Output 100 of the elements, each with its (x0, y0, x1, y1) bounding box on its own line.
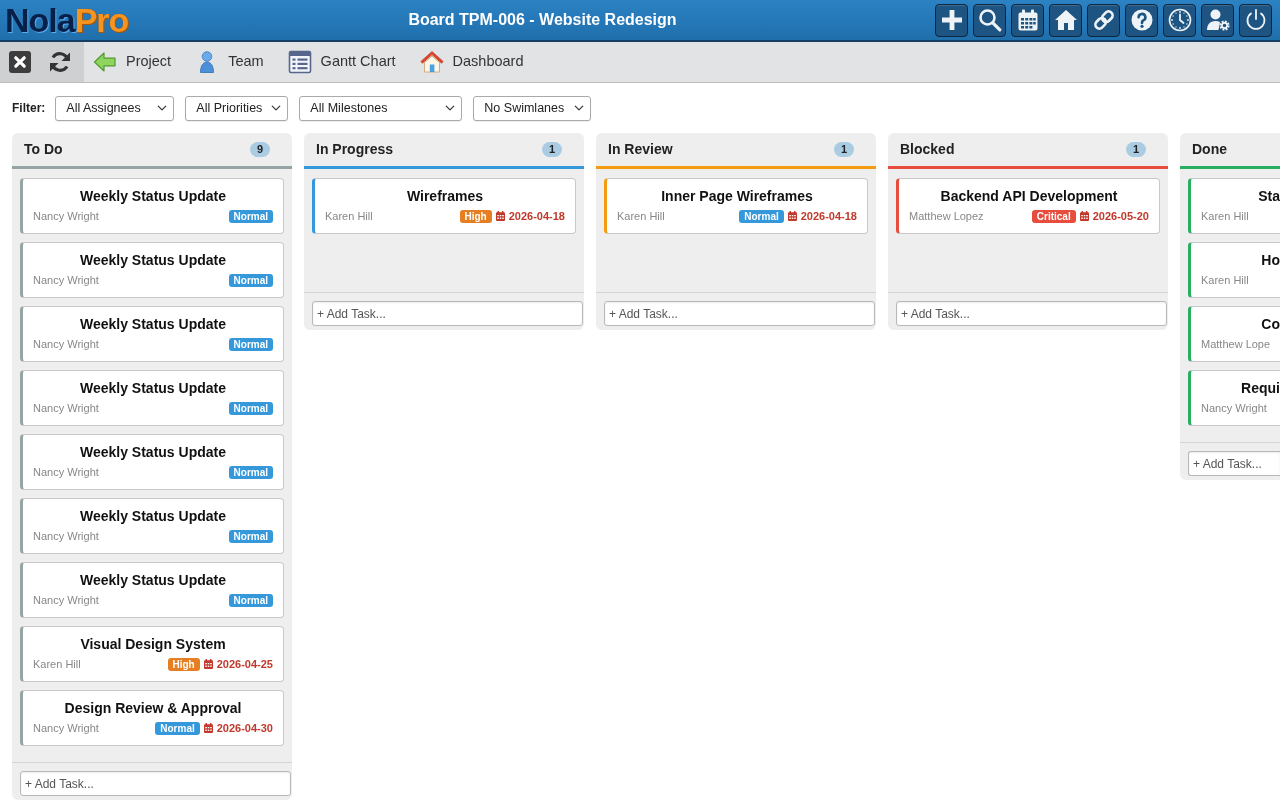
close-icon (8, 50, 32, 74)
filter-dropdown[interactable]: No Swimlanes (473, 95, 592, 121)
search-icon (977, 8, 1002, 32)
priority-badge: Normal (739, 209, 784, 223)
calendar-icon (203, 659, 213, 670)
task-card[interactable]: Weekly Status Update Nancy Wright Normal (20, 370, 284, 426)
add-task-field[interactable]: + Add Task... (312, 301, 583, 326)
assignee-name: Matthew Lopez (909, 209, 984, 224)
task-title: Weekly Status Update (79, 379, 227, 397)
task-title: Weekly Status Update (79, 507, 227, 525)
task-card[interactable]: Wireframes Karen Hill High 2026-04-18 (312, 178, 576, 234)
task-title: Weekly Status Update (79, 571, 227, 589)
task-title: Weekly Status Update (79, 187, 227, 205)
task-card[interactable]: Weekly Status Update Nancy Wright Normal (20, 306, 284, 362)
task-count-badge: 1 (1125, 142, 1146, 157)
task-card[interactable]: Weekly Status Update Nancy Wright Normal (20, 434, 284, 490)
filter-dropdown[interactable]: All Assignees (55, 95, 175, 121)
due-date: 2026-05-20 (1092, 209, 1149, 224)
column-title: In Review (608, 140, 673, 159)
task-title: Requi (1240, 379, 1280, 397)
calendar-button[interactable] (1011, 3, 1044, 37)
task-card[interactable]: Design Review & Approval Nancy Wright Normal 2026-04-30 (20, 690, 284, 746)
assignee-name: Nancy Wright (33, 593, 99, 608)
column-title: Done (1192, 140, 1227, 159)
task-title: Weekly Status Update (79, 443, 227, 461)
clock-icon (1167, 8, 1192, 32)
arrow-left-icon (93, 50, 117, 74)
nav-link[interactable]: Team (195, 50, 264, 74)
priority-badge: High (459, 209, 492, 223)
link-button[interactable] (1087, 3, 1120, 37)
task-card[interactable]: Weekly Status Update Nancy Wright Normal (20, 178, 284, 234)
task-title: Visual Design System (79, 635, 227, 653)
calendar-icon (1015, 8, 1040, 32)
assignee-name: Karen Hill (33, 657, 81, 672)
task-card[interactable]: Weekly Status Update Nancy Wright Normal (20, 242, 284, 298)
task-card[interactable]: Sta Karen Hill (1188, 178, 1280, 234)
due-date: 2026-04-18 (800, 209, 857, 224)
assignee-name: Karen Hill (1201, 209, 1249, 224)
filter-dropdown[interactable]: All Priorities (185, 95, 289, 121)
add-task-field[interactable]: + Add Task... (896, 301, 1167, 326)
user-gear-icon (1205, 8, 1230, 32)
task-count-badge: 1 (833, 142, 854, 157)
home-button[interactable] (1049, 3, 1082, 37)
nav-link[interactable]: Project (93, 50, 172, 74)
close-button[interactable] (7, 49, 33, 75)
task-card[interactable]: Requi Nancy Wright (1188, 370, 1280, 426)
task-card[interactable]: Co Matthew Lope (1188, 306, 1280, 362)
search-button[interactable] (973, 3, 1006, 37)
assignee-name: Nancy Wright (33, 337, 99, 352)
house-icon (419, 50, 444, 74)
priority-badge: Normal (228, 465, 273, 479)
assignee-name: Nancy Wright (33, 401, 99, 416)
nav-link[interactable]: Gantt Chart (287, 50, 396, 74)
priority-badge: Normal (228, 209, 273, 223)
app-logo: NolaPro (4, 1, 130, 39)
refresh-button[interactable] (47, 49, 73, 75)
priority-badge: Normal (228, 337, 273, 351)
help-icon (1129, 8, 1154, 32)
power-button[interactable] (1239, 3, 1272, 37)
priority-badge: Normal (228, 401, 273, 415)
nav-link[interactable]: Dashboard (419, 50, 524, 74)
task-card[interactable]: Weekly Status Update Nancy Wright Normal (20, 498, 284, 554)
calendar-icon (787, 211, 797, 222)
task-card[interactable]: Inner Page Wireframes Karen Hill Normal 2026-04-18 (604, 178, 868, 234)
priority-badge: Normal (228, 593, 273, 607)
help-button[interactable] (1125, 3, 1158, 37)
add-task-field[interactable]: + Add Task... (604, 301, 875, 326)
user-settings-button[interactable] (1201, 3, 1234, 37)
add-button[interactable] (935, 3, 968, 37)
priority-badge: Critical (1031, 209, 1076, 223)
add-task-field[interactable]: + Add Task... (20, 771, 291, 796)
priority-badge: Normal (228, 529, 273, 543)
priority-badge: High (167, 657, 200, 671)
column-title: Blocked (900, 140, 955, 159)
assignee-name: Karen Hill (325, 209, 373, 224)
task-card[interactable]: Weekly Status Update Nancy Wright Normal (20, 562, 284, 618)
calendar-icon (1079, 211, 1089, 222)
due-date: 2026-04-30 (216, 721, 273, 736)
assignee-name: Nancy Wright (33, 465, 99, 480)
assignee-name: Nancy Wright (1201, 401, 1267, 416)
task-count-badge: 9 (249, 142, 270, 157)
add-task-field[interactable]: + Add Task... (1188, 451, 1280, 476)
task-title: Sta (1257, 187, 1280, 205)
filter-label: Filter: (12, 100, 46, 117)
assignee-name: Karen Hill (1201, 273, 1249, 288)
filter-dropdown[interactable]: All Milestones (299, 95, 463, 121)
task-title: Co (1260, 315, 1280, 333)
assignee-name: Nancy Wright (33, 529, 99, 544)
task-title: Inner Page Wireframes (660, 187, 814, 205)
task-card[interactable]: Ho Karen Hill (1188, 242, 1280, 298)
task-card[interactable]: Backend API Development Matthew Lopez Critical 2026-05-20 (896, 178, 1160, 234)
column-title: To Do (24, 140, 63, 159)
calendar-icon (203, 723, 213, 734)
clock-button[interactable] (1163, 3, 1196, 37)
chain-link-icon (1091, 8, 1116, 32)
task-title: Backend API Development (939, 187, 1119, 205)
assignee-name: Karen Hill (617, 209, 665, 224)
task-title: Design Review & Approval (63, 699, 243, 717)
task-card[interactable]: Visual Design System Karen Hill High 2026-04-25 (20, 626, 284, 682)
list-document-icon (287, 50, 312, 74)
